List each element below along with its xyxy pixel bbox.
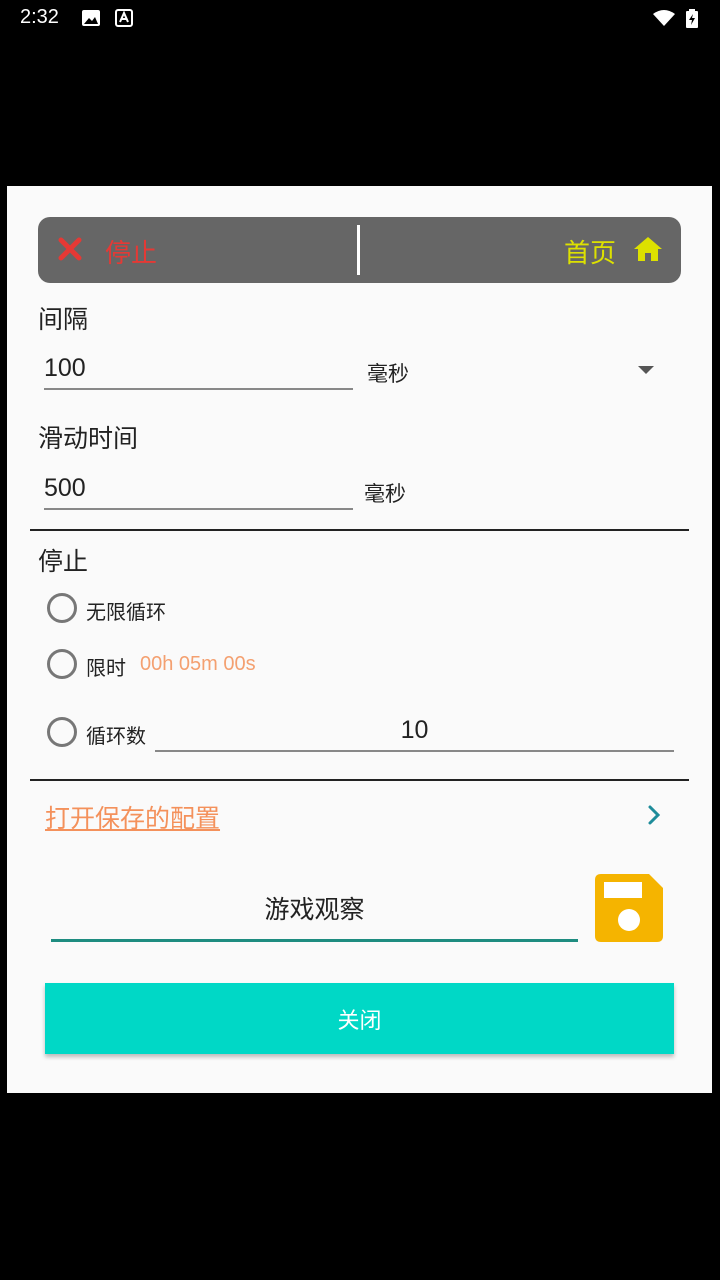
- time-limit-label[interactable]: 限时: [86, 652, 126, 681]
- config-name-input[interactable]: 游戏观察: [51, 890, 578, 926]
- save-icon[interactable]: [595, 874, 663, 942]
- loop-count-label[interactable]: 循环数: [86, 720, 146, 749]
- control-bar: 停止 首页: [38, 217, 681, 283]
- close-button[interactable]: 关闭: [45, 983, 674, 1054]
- topbar-divider: [357, 225, 360, 275]
- image-notification-icon: [82, 10, 100, 26]
- chevron-right-icon[interactable]: [647, 804, 661, 826]
- status-time: 2:32: [20, 6, 59, 28]
- interval-input-underline: [44, 388, 353, 390]
- loop-count-input[interactable]: 10: [155, 716, 674, 745]
- stop-section-label: 停止: [38, 547, 89, 576]
- swipe-time-label: 滑动时间: [38, 424, 139, 453]
- accessibility-notification-icon: [115, 9, 133, 27]
- infinite-loop-radio[interactable]: [47, 593, 77, 623]
- config-name-underline: [51, 939, 578, 942]
- interval-unit-select[interactable]: 毫秒: [367, 358, 409, 388]
- wifi-icon: [653, 10, 675, 26]
- settings-dialog: 停止 首页 间隔 100 毫秒 滑动时间 500 毫秒 停止 无限循环 限时 0…: [7, 186, 712, 1093]
- section-divider: [30, 779, 689, 781]
- close-x-icon[interactable]: [58, 237, 82, 261]
- loop-count-radio[interactable]: [47, 717, 77, 747]
- loop-count-input-underline: [155, 750, 674, 752]
- stop-button[interactable]: 停止: [105, 233, 157, 270]
- home-button[interactable]: 首页: [564, 233, 616, 270]
- infinite-loop-label[interactable]: 无限循环: [86, 596, 166, 625]
- status-bar: 2:32: [0, 0, 720, 36]
- battery-charging-icon: [686, 9, 698, 28]
- time-limit-value[interactable]: 00h 05m 00s: [140, 653, 256, 676]
- interval-input[interactable]: 100: [44, 354, 86, 383]
- home-icon[interactable]: [633, 236, 663, 262]
- swipe-time-unit: 毫秒: [364, 482, 406, 506]
- section-divider: [30, 529, 689, 531]
- dropdown-arrow-icon[interactable]: [638, 366, 654, 374]
- swipe-time-input-underline: [44, 508, 353, 510]
- open-saved-config-link[interactable]: 打开保存的配置: [45, 799, 220, 835]
- interval-label: 间隔: [38, 305, 89, 334]
- time-limit-radio[interactable]: [47, 649, 77, 679]
- swipe-time-input[interactable]: 500: [44, 474, 86, 503]
